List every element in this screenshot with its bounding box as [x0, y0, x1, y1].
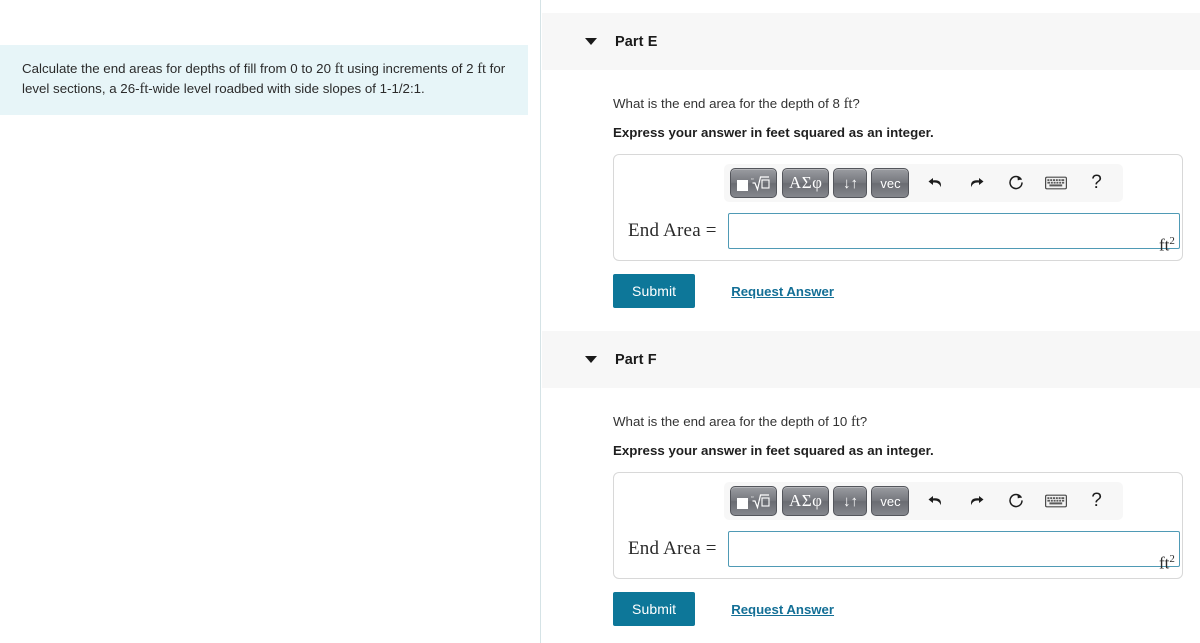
nth-root-icon: ▫	[751, 175, 770, 192]
reset-icon[interactable]	[999, 486, 1033, 516]
undo-icon[interactable]	[919, 168, 953, 198]
reset-icon[interactable]	[999, 168, 1033, 198]
question-text-e: What is the end area for the depth of 8	[613, 96, 844, 111]
greek-symbols-button[interactable]: ΑΣφ	[782, 168, 830, 198]
request-answer-link-f[interactable]: Request Answer	[731, 602, 834, 617]
submit-button-e[interactable]: Submit	[613, 274, 696, 308]
answer-card-f: ▫ ΑΣφ ↓↑ vec ? End Area =	[613, 472, 1183, 579]
arrows-button[interactable]: ↓↑	[833, 168, 868, 198]
template-radical-icon[interactable]: ▫	[730, 486, 777, 516]
template-radical-icon[interactable]: ▫	[730, 168, 777, 198]
part-question-f: What is the end area for the depth of 10…	[613, 413, 1200, 431]
answer-input-row-e: End Area =	[614, 213, 1182, 249]
chevron-down-icon[interactable]	[585, 38, 597, 45]
answer-unit-text-f: ft	[1159, 553, 1170, 573]
actions-f: Submit Request Answer	[613, 592, 1200, 626]
problem-text-part-5: -wide level roadbed with side slopes of …	[148, 81, 425, 96]
help-icon[interactable]: ?	[1079, 486, 1113, 516]
math-toolbar-f: ▫ ΑΣφ ↓↑ vec ?	[724, 482, 1124, 520]
keyboard-icon[interactable]	[1039, 168, 1073, 198]
greek-symbols-button[interactable]: ΑΣφ	[782, 486, 830, 516]
actions-e: Submit Request Answer	[613, 274, 1200, 308]
problem-text-part-1: Calculate the end areas for depths of fi…	[22, 61, 335, 76]
template-square-icon	[737, 497, 748, 509]
question-suffix-e: ?	[852, 96, 860, 111]
template-glyph: ▫	[737, 491, 770, 511]
request-answer-link-e[interactable]: Request Answer	[731, 284, 834, 299]
part-instruction-f: Express your answer in feet squared as a…	[613, 443, 934, 458]
part-title-e: Part E	[615, 33, 658, 50]
answer-label-f: End Area =	[628, 538, 717, 559]
arrows-button[interactable]: ↓↑	[833, 486, 868, 516]
answer-unit-e: ft2	[1159, 235, 1175, 256]
part-body-e: What is the end area for the depth of 8 …	[542, 95, 1200, 308]
part-body-f: What is the end area for the depth of 10…	[542, 413, 1200, 626]
part-question-e: What is the end area for the depth of 8 …	[613, 95, 1200, 113]
part-title-f: Part F	[615, 351, 657, 368]
question-unit-f: ft	[851, 414, 860, 430]
help-icon[interactable]: ?	[1079, 168, 1113, 198]
question-suffix-f: ?	[859, 414, 868, 429]
answer-card-e: ▫ ΑΣφ ↓↑ vec ? End Area =	[613, 154, 1183, 261]
answer-label-e: End Area =	[628, 220, 717, 241]
problem-statement-text: Calculate the end areas for depths of fi…	[22, 59, 512, 99]
part-section-f: Part F What is the end area for the dept…	[542, 331, 1200, 626]
page-root: Calculate the end areas for depths of fi…	[0, 0, 1200, 643]
part-header-f[interactable]: Part F	[542, 331, 1200, 388]
answer-unit-exp-e: 2	[1169, 235, 1175, 247]
answer-input-f[interactable]	[727, 531, 1180, 567]
submit-button-f[interactable]: Submit	[613, 592, 696, 626]
redo-icon[interactable]	[959, 486, 993, 516]
problem-text-part-3: 2	[466, 61, 478, 76]
chevron-down-icon[interactable]	[585, 356, 597, 363]
part-instruction-e: Express your answer in feet squared as a…	[613, 125, 934, 140]
problem-statement-box: Calculate the end areas for depths of fi…	[0, 45, 528, 115]
part-section-e: Part E What is the end area for the dept…	[542, 13, 1200, 308]
undo-icon[interactable]	[919, 486, 953, 516]
template-glyph: ▫	[737, 173, 770, 193]
problem-unit-3: ft	[139, 81, 149, 97]
svg-text:▫: ▫	[751, 493, 753, 501]
answer-input-e[interactable]	[727, 213, 1180, 249]
answer-unit-exp-f: 2	[1169, 553, 1175, 565]
keyboard-icon[interactable]	[1039, 486, 1073, 516]
math-toolbar-e: ▫ ΑΣφ ↓↑ vec ?	[724, 164, 1124, 202]
svg-text:▫: ▫	[751, 175, 753, 183]
question-text-f: What is the end area for the depth of 10	[613, 414, 852, 429]
nth-root-icon: ▫	[751, 493, 770, 510]
redo-icon[interactable]	[959, 168, 993, 198]
problem-panel: Calculate the end areas for depths of fi…	[0, 0, 541, 643]
vector-button[interactable]: vec	[871, 486, 910, 516]
answer-unit-text-e: ft	[1159, 235, 1170, 255]
answer-unit-f: ft2	[1159, 553, 1175, 574]
part-header-e[interactable]: Part E	[542, 13, 1200, 70]
template-square-icon	[737, 179, 748, 191]
problem-unit-2: ft	[477, 61, 486, 77]
answer-input-row-f: End Area =	[614, 531, 1182, 567]
problem-text-part-2: using increments of	[343, 61, 463, 76]
parts-panel: Part E What is the end area for the dept…	[542, 0, 1200, 643]
vector-button[interactable]: vec	[871, 168, 910, 198]
